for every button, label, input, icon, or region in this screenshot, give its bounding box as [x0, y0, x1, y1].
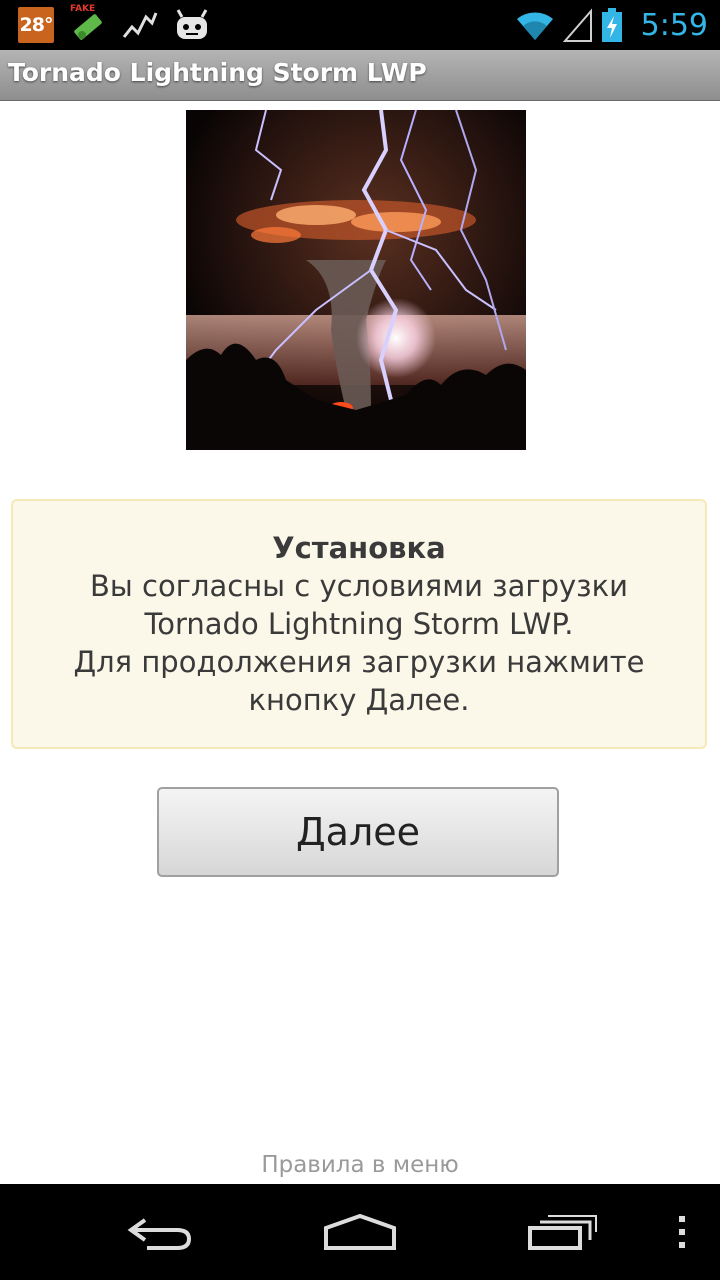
status-bar: 28° FAKE 5:59	[0, 0, 720, 50]
fake-label: FAKE	[70, 4, 96, 14]
info-line: Для продолжения загрузки нажмите	[73, 645, 645, 679]
tornado-lightning-image	[186, 110, 526, 450]
navigation-bar	[0, 1184, 720, 1280]
recent-apps-icon[interactable]	[512, 1184, 612, 1280]
info-title: Установка	[272, 531, 446, 565]
temperature-badge: 28°	[18, 7, 54, 43]
battery-charging-icon	[601, 7, 623, 43]
rules-in-menu-text: Правила в меню	[261, 1152, 459, 1178]
signal-icon	[562, 7, 593, 43]
install-info-box: Установка Вы согласны с условиями загруз…	[11, 499, 707, 749]
android-robot-icon	[174, 7, 210, 43]
app-title: Tornado Lightning Storm LWP	[8, 58, 427, 87]
notification-icons: 28° FAKE	[18, 4, 210, 43]
app-title-bar: Tornado Lightning Storm LWP	[0, 50, 720, 101]
info-line: Вы согласны с условиями загрузки	[90, 569, 628, 603]
fake-gps-icon: FAKE	[70, 4, 106, 43]
wifi-icon	[515, 7, 555, 43]
back-icon[interactable]	[110, 1184, 210, 1280]
activity-graph-icon	[122, 7, 158, 43]
status-clock: 5:59	[640, 7, 708, 43]
next-button[interactable]: Далее	[157, 787, 559, 877]
overflow-menu-icon[interactable]	[660, 1184, 704, 1280]
system-status-icons: 5:59	[515, 0, 708, 50]
info-line: Tornado Lightning Storm LWP.	[144, 607, 574, 641]
info-line: кнопку Далее.	[248, 683, 470, 717]
home-icon[interactable]	[310, 1184, 410, 1280]
